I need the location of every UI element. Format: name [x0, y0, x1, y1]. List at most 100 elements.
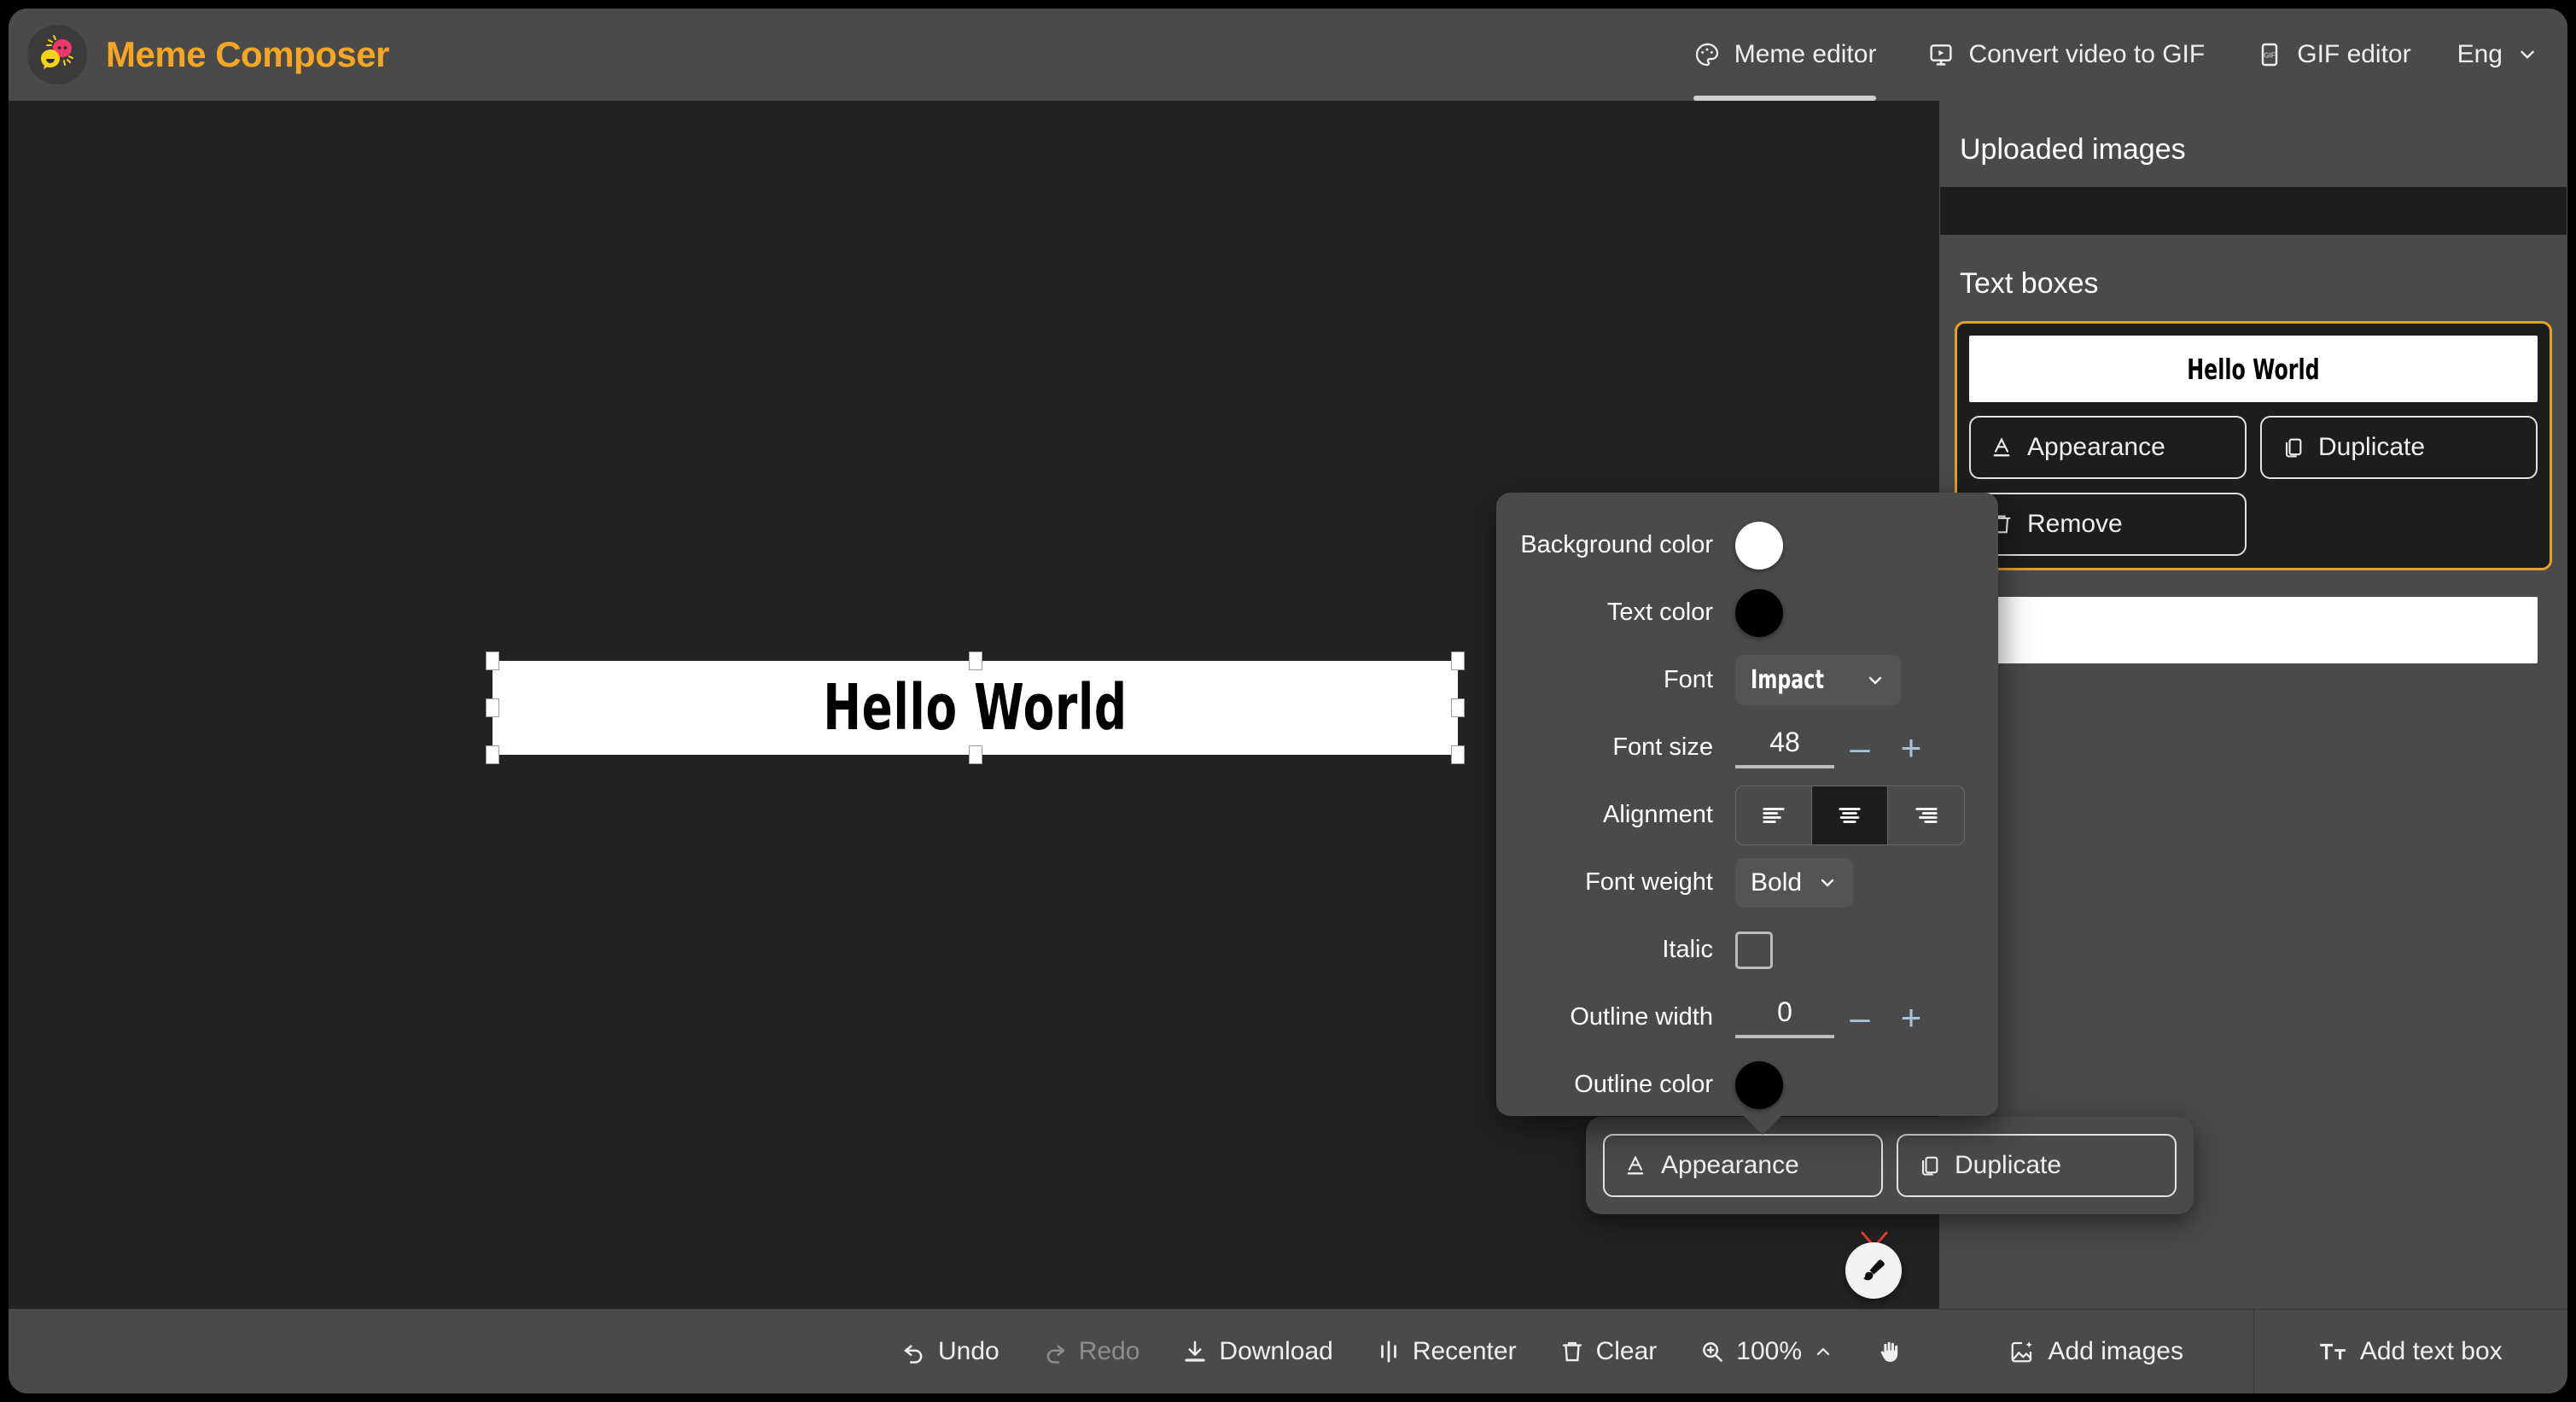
uploaded-images-empty-area[interactable] — [1940, 187, 2567, 235]
paint-brush-icon — [1859, 1256, 1888, 1285]
redo-arrow-icon — [1042, 1339, 1068, 1364]
duplicate-button[interactable]: Duplicate — [1897, 1134, 2177, 1197]
palette-icon — [1693, 41, 1721, 68]
clear-button[interactable]: Clear — [1542, 1329, 1675, 1375]
outline-width-decrement-button[interactable]: – — [1834, 1000, 1885, 1036]
pan-tool-button[interactable] — [1859, 1329, 1920, 1374]
appearance-button[interactable]: Appearance — [1603, 1134, 1883, 1197]
text-appearance-icon — [1623, 1154, 1647, 1177]
text-box-actions: Appearance Duplicate — [1969, 416, 2538, 556]
resize-handle-top-center[interactable] — [969, 651, 982, 670]
text-boxes-title: Text boxes — [1939, 235, 2567, 321]
outline-width-input[interactable]: 0 — [1735, 996, 1834, 1038]
canvas-text-box[interactable]: Hello World — [492, 661, 1458, 755]
sidebar-footer: Add images Add text box — [1939, 1309, 2567, 1393]
add-images-button[interactable]: Add images — [1939, 1310, 2253, 1393]
row-outline-color: Outline color — [1520, 1051, 1974, 1119]
align-center-icon — [1835, 803, 1864, 828]
resize-handle-bottom-center[interactable] — [969, 745, 982, 764]
text-appearance-icon — [1990, 435, 2014, 459]
text-color-label: Text color — [1520, 599, 1735, 627]
recenter-button[interactable]: Recenter — [1359, 1329, 1534, 1375]
tab-convert-video-to-gif[interactable]: Convert video to GIF — [1902, 9, 2230, 101]
text-box-preview[interactable] — [1969, 597, 2538, 663]
chevron-up-icon — [1813, 1341, 1833, 1362]
chevron-down-icon — [1865, 670, 1885, 691]
duplicate-label: Duplicate — [1955, 1151, 2061, 1180]
copy-icon — [1917, 1154, 1941, 1177]
paint-brush-fab[interactable] — [1845, 1242, 1902, 1299]
copy-icon — [2281, 435, 2305, 459]
duplicate-button[interactable]: Duplicate — [2260, 416, 2538, 479]
italic-checkbox[interactable] — [1735, 932, 1773, 969]
row-font-weight: Font weight Bold — [1520, 849, 1974, 916]
download-button[interactable]: Download — [1165, 1329, 1349, 1375]
row-outline-width: Outline width 0 – + — [1520, 984, 1974, 1051]
resize-handle-bottom-left[interactable] — [486, 745, 499, 764]
appearance-label: Appearance — [2027, 433, 2165, 462]
recenter-label: Recenter — [1413, 1337, 1517, 1366]
resize-handle-middle-left[interactable] — [486, 698, 499, 717]
tab-meme-editor[interactable]: Meme editor — [1668, 9, 1903, 101]
resize-handle-top-right[interactable] — [1451, 651, 1465, 670]
language-selector[interactable]: Eng — [2437, 9, 2567, 101]
text-box-preview-text: Hello World — [2187, 353, 2319, 386]
appearance-button[interactable]: Appearance — [1969, 416, 2247, 479]
redo-label: Redo — [1079, 1337, 1140, 1366]
download-label: Download — [1219, 1337, 1332, 1366]
font-weight-label: Font weight — [1520, 868, 1735, 897]
text-color-swatch[interactable] — [1735, 589, 1783, 637]
row-font: Font Impact — [1520, 646, 1974, 714]
font-select[interactable]: Impact — [1735, 655, 1901, 705]
add-image-icon — [2009, 1339, 2035, 1364]
outline-color-swatch[interactable] — [1735, 1061, 1783, 1109]
resize-handle-top-left[interactable] — [486, 651, 499, 670]
font-weight-select[interactable]: Bold — [1735, 858, 1853, 908]
zoom-control[interactable]: 100% — [1682, 1329, 1850, 1375]
brand-logo[interactable]: Meme Composer — [27, 25, 389, 85]
row-alignment: Alignment — [1520, 781, 1974, 849]
outline-width-increment-button[interactable]: + — [1885, 1000, 1937, 1036]
font-size-input[interactable]: 48 — [1735, 727, 1834, 768]
list-item[interactable]: Hello World Appearance — [1955, 321, 2552, 570]
recenter-icon — [1376, 1339, 1402, 1364]
align-left-button[interactable] — [1736, 786, 1812, 844]
magnifier-plus-icon — [1699, 1339, 1725, 1364]
outline-width-label: Outline width — [1520, 1003, 1735, 1031]
align-right-icon — [1912, 803, 1941, 828]
align-left-icon — [1759, 803, 1788, 828]
text-box-preview[interactable]: Hello World — [1969, 336, 2538, 402]
align-center-button[interactable] — [1812, 786, 1888, 844]
font-size-decrement-button[interactable]: – — [1834, 730, 1885, 766]
resize-handle-middle-right[interactable] — [1451, 698, 1465, 717]
undo-arrow-icon — [901, 1339, 927, 1364]
language-label: Eng — [2457, 40, 2503, 69]
font-size-label: Font size — [1520, 733, 1735, 762]
row-text-color: Text color — [1520, 579, 1974, 646]
add-text-icon — [2319, 1339, 2346, 1364]
row-background-color: Background color — [1520, 511, 1974, 579]
font-weight-value: Bold — [1751, 868, 1802, 897]
outline-color-label: Outline color — [1520, 1071, 1735, 1099]
undo-button[interactable]: Undo — [884, 1329, 1017, 1375]
main-nav: Meme editor Convert video to GIF — [1668, 9, 2567, 101]
download-icon — [1182, 1339, 1208, 1364]
uploaded-images-title: Uploaded images — [1939, 101, 2567, 187]
redo-button[interactable]: Redo — [1025, 1329, 1157, 1375]
font-size-increment-button[interactable]: + — [1885, 730, 1937, 766]
remove-button[interactable]: Remove — [1969, 493, 2247, 556]
row-font-size: Font size 48 – + — [1520, 714, 1974, 781]
text-boxes-list: Hello World Appearance — [1939, 321, 2567, 690]
align-right-button[interactable] — [1888, 786, 1964, 844]
list-item[interactable] — [1955, 582, 2552, 678]
remove-label: Remove — [2027, 510, 2123, 539]
bottom-toolbar: Undo Redo Download — [9, 1309, 1939, 1393]
tab-label: GIF editor — [2297, 40, 2410, 69]
gif-phone-icon: GIF — [2256, 41, 2283, 68]
tab-gif-editor[interactable]: GIF GIF editor — [2230, 9, 2436, 101]
add-text-box-button[interactable]: Add text box — [2253, 1310, 2568, 1393]
background-color-swatch[interactable] — [1735, 522, 1783, 570]
font-label: Font — [1520, 666, 1735, 694]
resize-handle-bottom-right[interactable] — [1451, 745, 1465, 764]
appearance-label: Appearance — [1661, 1151, 1799, 1180]
